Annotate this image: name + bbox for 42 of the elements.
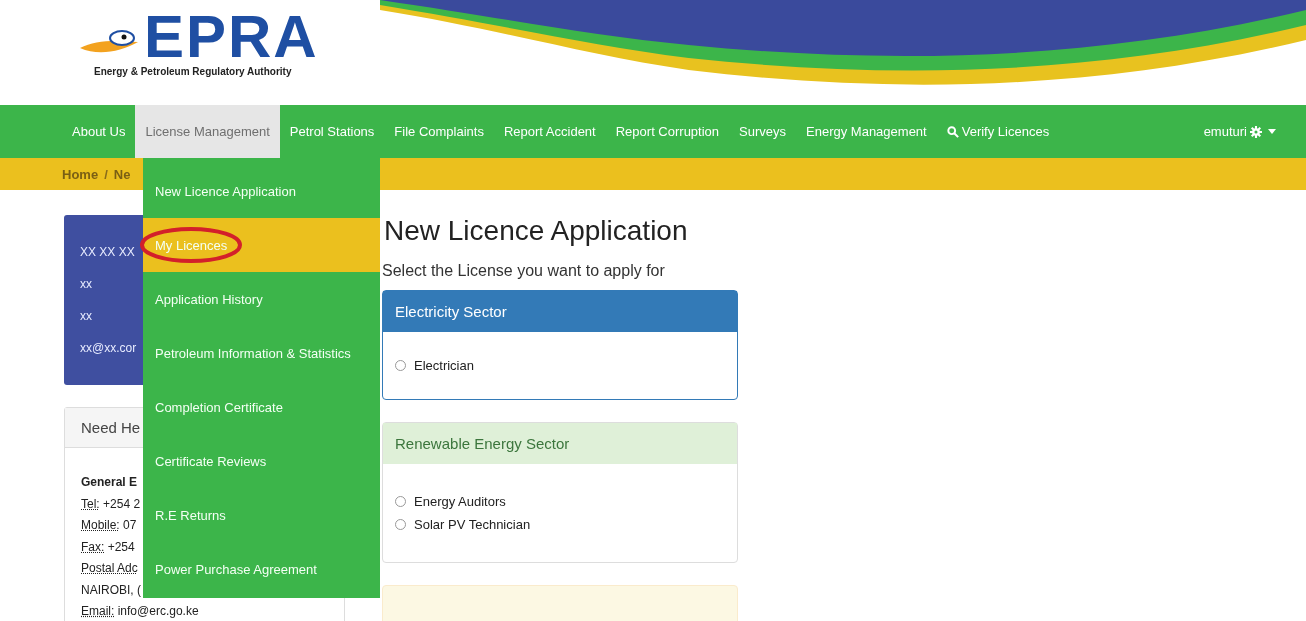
panel-heading: Renewable Energy Sector: [383, 423, 737, 464]
contact-heading: General E: [81, 474, 138, 491]
contact-line: Postal Adc: [81, 560, 138, 577]
menu-item[interactable]: Petroleum Information & Statistics: [143, 326, 380, 380]
breadcrumb-link[interactable]: Ne: [113, 166, 131, 182]
contact-line: Mobile: 07: [81, 517, 137, 534]
search-icon: [946, 125, 959, 138]
user-menu[interactable]: emuturi: [1193, 105, 1286, 158]
nav-link[interactable]: Energy Management: [796, 105, 937, 158]
nav-link[interactable]: Surveys: [729, 105, 796, 158]
contact-line: Email: info@erc.go.ke: [81, 603, 199, 620]
nav-link[interactable]: Petrol Stations: [279, 105, 385, 158]
menu-item[interactable]: New Licence Application: [143, 164, 380, 218]
license-option[interactable]: Energy Auditors: [395, 494, 506, 509]
menu-item[interactable]: R.E Returns: [143, 488, 380, 542]
nav-link[interactable]: About Us: [62, 105, 136, 158]
nav-link[interactable]: Verify Licences: [936, 105, 1060, 158]
panel-heading: Electricity Sector: [383, 291, 737, 332]
profile-text: XX XX XX: [80, 244, 135, 261]
license-option[interactable]: Solar PV Technician: [395, 517, 531, 532]
profile-text: xx: [80, 276, 92, 293]
page-title: New Licence Application: [384, 214, 689, 248]
instruction-text: Select the License you want to apply for: [382, 262, 666, 280]
breadcrumb-link[interactable]: Home: [62, 166, 99, 182]
contact-line: NAIROBI, (: [81, 581, 141, 599]
menu-item[interactable]: My Licences: [143, 218, 380, 272]
caret-icon: [1268, 129, 1276, 134]
license-option[interactable]: Electrician: [395, 358, 474, 373]
nav-link[interactable]: File Complaints: [384, 105, 494, 158]
nav-link[interactable]: Report Accident: [493, 105, 606, 158]
menu-item[interactable]: Power Purchase Agreement: [143, 542, 380, 596]
menu-item[interactable]: Application History: [143, 272, 380, 326]
logo-wordmark: EPRA: [144, 8, 319, 66]
profile-text: xx: [80, 308, 92, 325]
gear-icon: [1250, 125, 1262, 138]
nav-link[interactable]: License Management: [135, 105, 280, 158]
logo-tagline: Energy & Petroleum Regulatory Authority: [94, 66, 292, 77]
nav-link[interactable]: Report Corruption: [605, 105, 730, 158]
contact-line: Fax: +254: [81, 538, 135, 556]
contact-line: Tel: +254 2: [81, 495, 141, 513]
profile-text: xx@xx.cor: [80, 340, 137, 357]
breadcrumb-separator: /: [104, 166, 108, 182]
